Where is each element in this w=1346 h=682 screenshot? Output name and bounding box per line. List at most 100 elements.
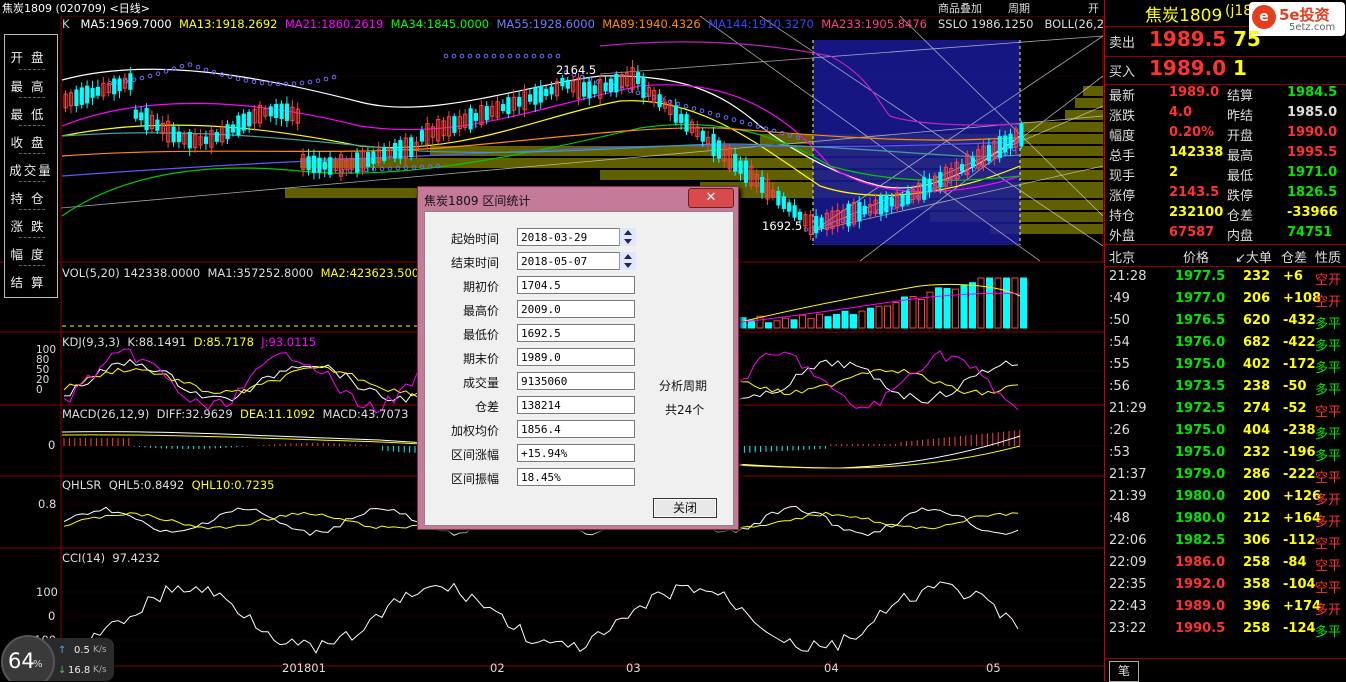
close-button[interactable]: 关闭 <box>653 498 717 518</box>
volume-bar <box>824 316 832 329</box>
field-value-input[interactable]: 1856.4 <box>517 420 635 438</box>
menu-high[interactable]: 最高 <box>5 76 57 95</box>
field-value-input[interactable]: 2018-03-29 <box>517 228 635 246</box>
qhlsr-name: QHLSR <box>62 478 102 492</box>
candle <box>398 139 403 159</box>
sar-dot <box>731 117 737 123</box>
menu-overlay[interactable]: 商品叠加 <box>938 0 982 16</box>
stat-value: 74751 <box>1287 225 1333 240</box>
menu-change[interactable]: 涨跌 <box>5 216 57 235</box>
menu-close[interactable]: 收盘 <box>5 132 57 151</box>
date-spinner[interactable] <box>619 252 636 270</box>
menu-low[interactable]: 最低 <box>5 104 57 123</box>
candle <box>776 190 781 206</box>
menu-period[interactable]: 周期 <box>1008 0 1030 16</box>
sar-dot <box>723 115 729 120</box>
candle <box>306 156 311 171</box>
tick-cell: 空平 <box>1315 405 1342 420</box>
sar-dot <box>507 53 513 59</box>
candle <box>959 164 965 172</box>
tick-row: :49 1977.0 206 +108 空开 <box>1105 288 1346 310</box>
spin-up-icon[interactable] <box>624 230 632 235</box>
field-value-input[interactable]: 2018-05-07 <box>517 252 635 270</box>
cci-axis-0: 0 <box>48 609 56 623</box>
sar-dot <box>683 103 689 109</box>
stat-value: -33966 <box>1287 205 1338 220</box>
menu-volume[interactable]: 成交量 <box>5 160 57 179</box>
candle <box>155 119 160 131</box>
field-value-input[interactable]: 18.45% <box>517 468 635 486</box>
candle <box>560 78 565 87</box>
field-value-input[interactable]: 138214 <box>517 396 635 414</box>
stat-label: 仓差 <box>1227 209 1254 224</box>
spin-down-icon[interactable] <box>624 239 632 244</box>
menu-oi[interactable]: 持仓 <box>5 188 57 207</box>
volume-bar <box>850 314 857 329</box>
tick-cell: 238 <box>1243 379 1271 394</box>
candle <box>608 78 614 92</box>
menu-extra[interactable]: 开 <box>1088 0 1099 16</box>
tick-cell: 22:35 <box>1109 577 1147 592</box>
tick-cell: 396 <box>1243 599 1271 614</box>
stat-label: 持仓 <box>1109 209 1136 224</box>
menu-divider <box>19 237 45 238</box>
date-spinner[interactable] <box>619 228 636 246</box>
dialog-close-icon[interactable]: ✕ <box>688 188 734 208</box>
spin-down-icon[interactable] <box>624 263 632 268</box>
stat-value: 1826.5 <box>1287 185 1338 200</box>
sar-dot <box>315 78 321 83</box>
spin-up-icon[interactable] <box>624 254 632 259</box>
menu-range[interactable]: 幅度 <box>5 244 57 263</box>
sar-dot <box>307 79 313 85</box>
field-value-input[interactable]: 2009.0 <box>517 300 635 318</box>
ma34-value: MA34:1845.0000 <box>390 17 490 31</box>
tick-cell: 空平 <box>1315 559 1342 574</box>
macd-dea: DEA:11.1092 <box>239 407 316 421</box>
tick-cell: 258 <box>1243 555 1271 570</box>
candle <box>117 78 122 92</box>
field-value-input[interactable]: 1989.0 <box>517 348 635 366</box>
volume-bar <box>790 319 798 329</box>
menu-divider <box>19 97 45 98</box>
candle <box>128 73 133 90</box>
stat-label: 现手 <box>1109 169 1136 184</box>
field-value-input[interactable]: 9135060 <box>517 372 635 390</box>
tab-tick[interactable]: 笔 <box>1109 661 1139 682</box>
analysis-period-label: 分析周期 <box>659 379 708 393</box>
tick-cell: :55 <box>1109 357 1130 372</box>
candle <box>484 105 489 121</box>
tick-cell: -124 <box>1283 621 1316 636</box>
buy-price: 1989.0 <box>1149 56 1227 80</box>
field-value-input[interactable]: 1704.5 <box>517 276 635 294</box>
candle <box>738 160 743 174</box>
field-label: 仓差 <box>474 400 499 414</box>
chart-title-bar: 焦炭1809 (020709) <日线> 商品叠加 周期 开 <box>0 0 1104 16</box>
candle <box>711 133 716 157</box>
candle <box>203 136 209 144</box>
x-label-02: 02 <box>490 661 505 675</box>
volume-bar <box>739 317 747 329</box>
menu-settle[interactable]: 结算 <box>5 272 57 291</box>
tick-cell: 多平 <box>1315 427 1342 442</box>
tick-cell: 1980.0 <box>1175 489 1226 504</box>
network-badge[interactable]: 64 % ↑ 0.5 K/s ↓ 16.8 K/s <box>0 632 114 681</box>
ma13-value: MA13:1918.2692 <box>179 17 278 31</box>
candle <box>176 131 182 143</box>
field-value-input[interactable]: 1692.5 <box>517 324 635 342</box>
ma55-value: MA55:1928.6000 <box>496 17 595 31</box>
download-arrow-icon: ↓ <box>58 665 67 676</box>
tick-cell: 212 <box>1243 511 1271 526</box>
range-stats-dialog: 焦炭1809 区间统计 ✕ 起始时间 2018-03-29 结束时间 2018-05-… <box>417 186 739 530</box>
tick-row: :26 1975.0 404 -238 多平 <box>1105 420 1346 442</box>
sar-dot <box>475 53 481 59</box>
candle <box>900 194 905 207</box>
menu-divider <box>19 209 45 210</box>
volume-bar <box>1011 277 1019 329</box>
tick-cell: :26 <box>1109 423 1130 438</box>
field-value-input[interactable]: +15.94% <box>517 444 635 462</box>
qhlsr-legend: QHLSR QHL5:0.8492 QHL10:0.7235 <box>62 478 274 492</box>
menu-open[interactable]: 开盘 <box>5 47 57 66</box>
sar-dot <box>555 53 561 59</box>
tick-cell: 1990.5 <box>1175 621 1226 636</box>
sar-dot <box>691 106 697 111</box>
